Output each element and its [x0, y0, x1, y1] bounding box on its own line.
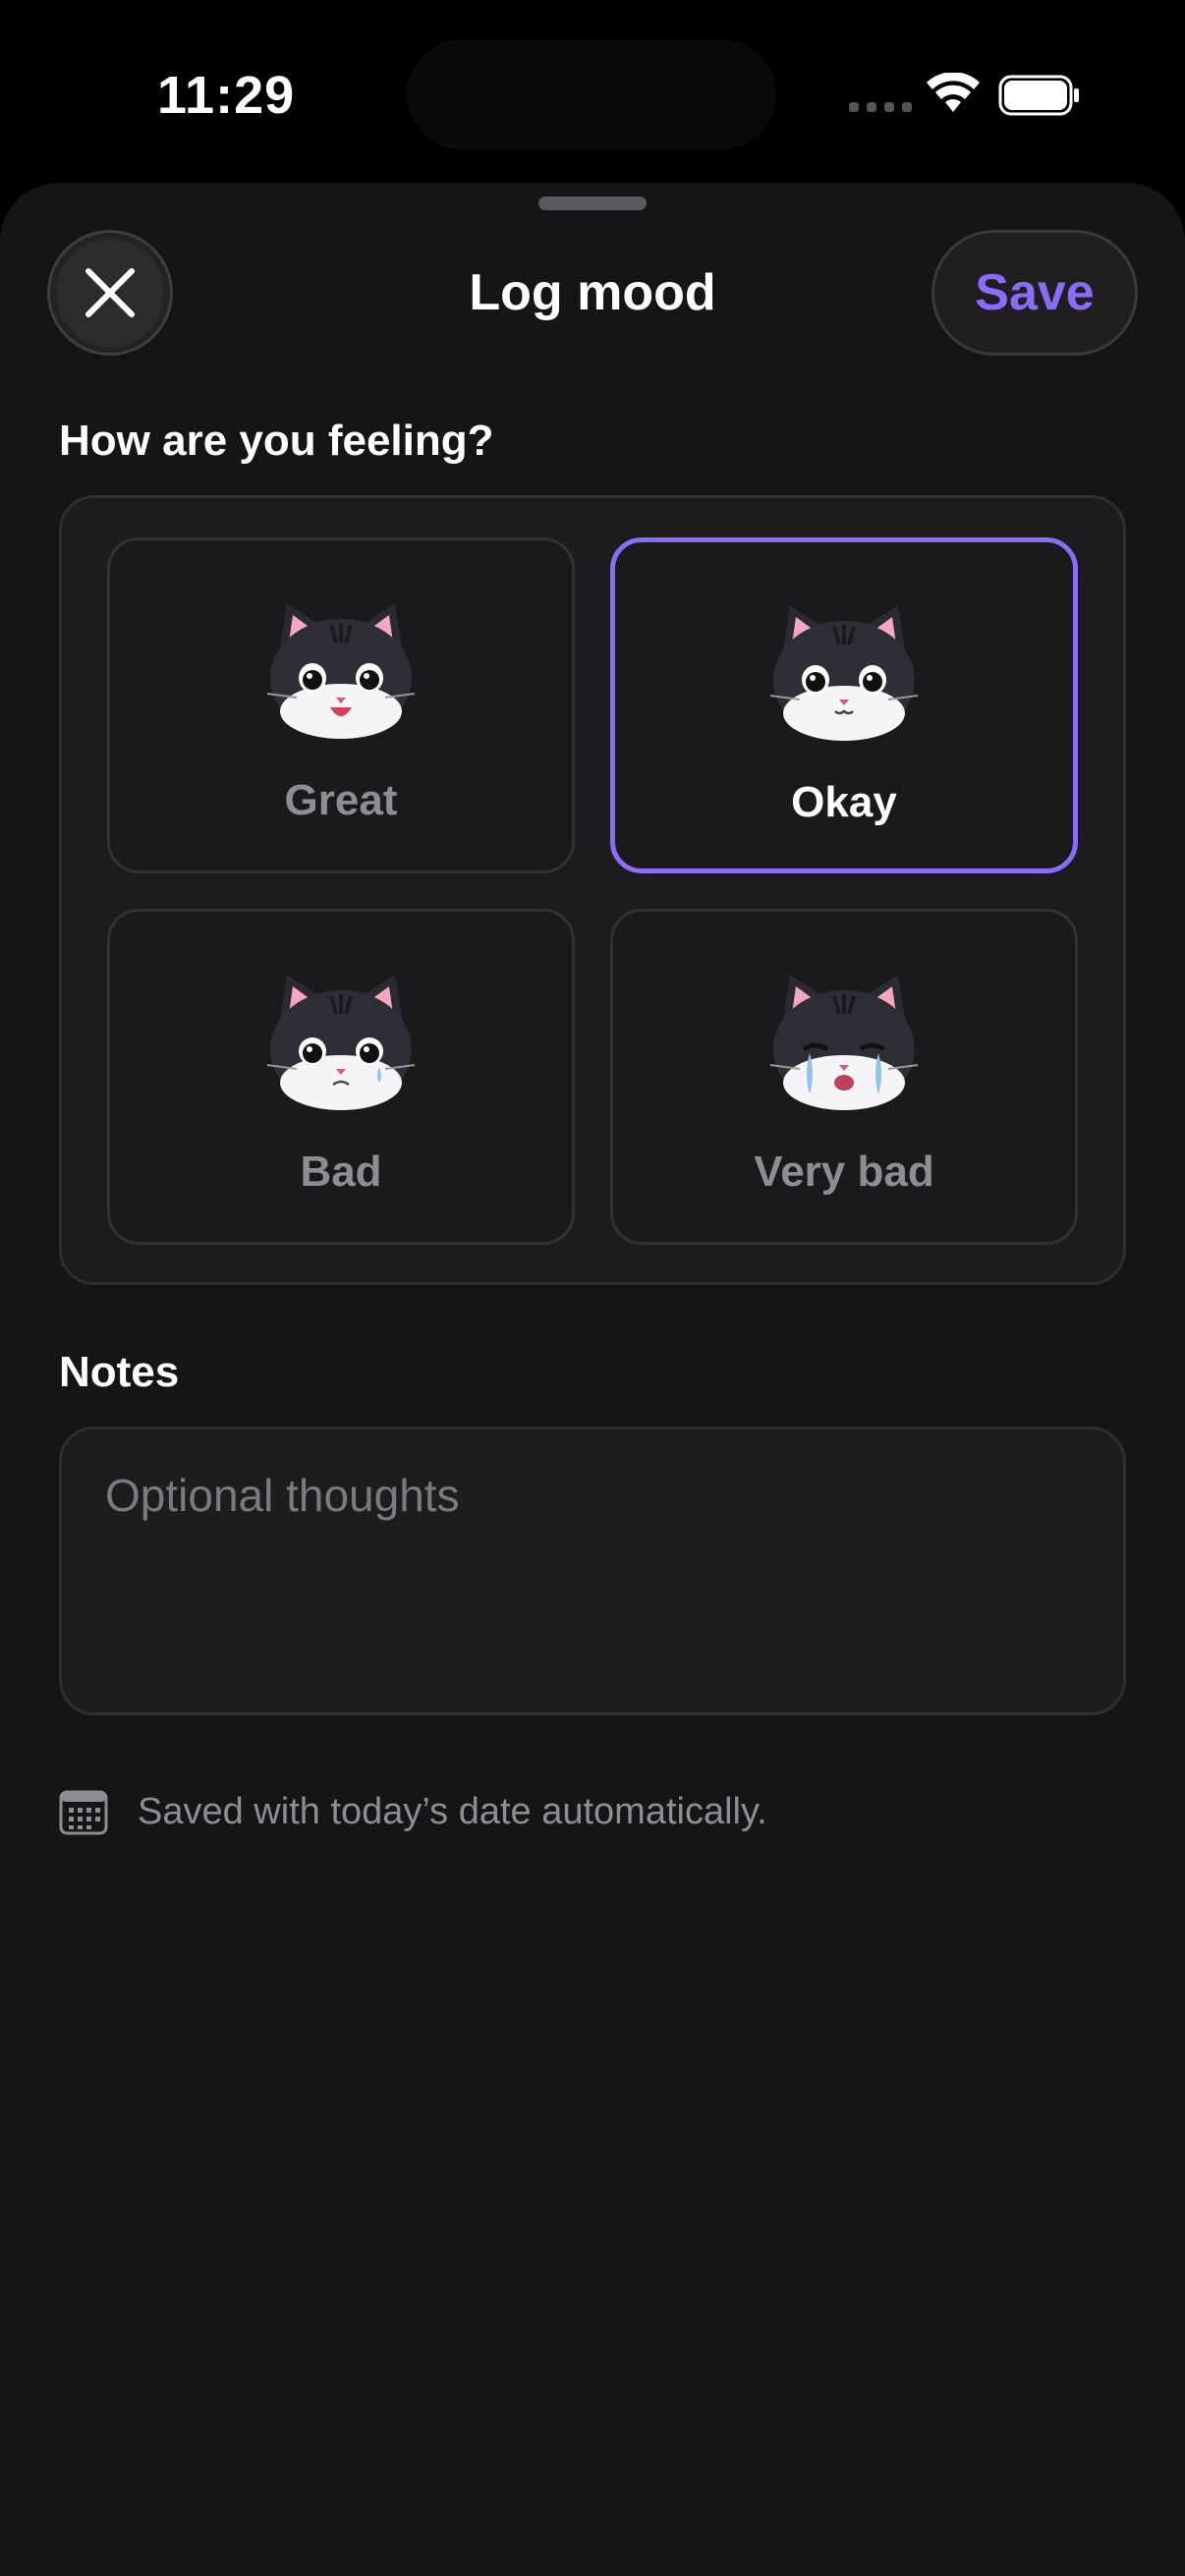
calendar-icon: [59, 1790, 108, 1835]
mood-option-very-bad[interactable]: Very bad: [610, 909, 1078, 1245]
notes-field[interactable]: [105, 1469, 1078, 1675]
cat-okay-icon: [769, 605, 919, 741]
cat-bad-icon: [266, 975, 416, 1110]
status-time: 11:29: [157, 66, 296, 125]
cat-great-icon: [266, 603, 416, 739]
mood-option-great[interactable]: Great: [107, 537, 575, 873]
footnote-text: Saved with today’s date automatically.: [138, 1790, 767, 1832]
mood-option-label: Very bad: [754, 1148, 934, 1196]
wifi-icon: [927, 73, 980, 112]
mood-option-label: Great: [284, 776, 398, 824]
save-button[interactable]: Save: [931, 230, 1138, 356]
notes-field-container: [59, 1427, 1126, 1715]
cat-very-bad-icon: [769, 975, 919, 1110]
mood-option-label: Bad: [300, 1148, 382, 1196]
battery-icon: [998, 75, 1079, 116]
sheet-grabber[interactable]: [538, 196, 647, 210]
mood-option-label: Okay: [791, 778, 897, 826]
cellular-signal-icon: [849, 102, 912, 112]
dynamic-island: [407, 39, 776, 149]
mood-section-label: How are you feeling?: [59, 417, 494, 465]
mood-option-okay[interactable]: Okay: [610, 537, 1078, 873]
status-bar: 11:29: [0, 0, 1185, 187]
log-mood-sheet: Log mood Save How are you feeling? Great…: [0, 183, 1185, 2576]
notes-label: Notes: [59, 1348, 180, 1396]
mood-option-bad[interactable]: Bad: [107, 909, 575, 1245]
footnote: Saved with today’s date automatically.: [59, 1788, 767, 1835]
mood-picker: Great Okay Bad Very bad: [59, 495, 1126, 1285]
